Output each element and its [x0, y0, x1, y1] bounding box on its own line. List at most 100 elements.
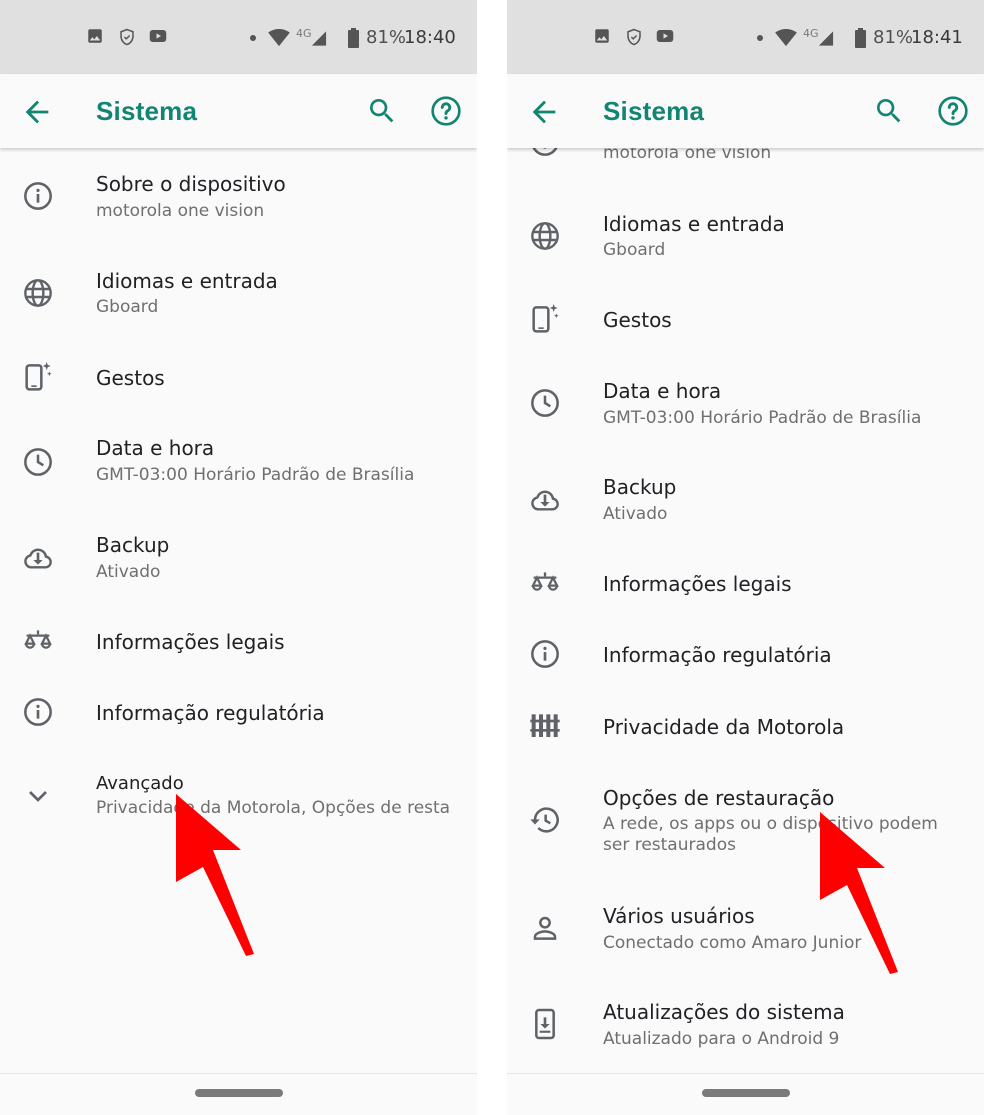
- app-bar: Sistema: [0, 74, 477, 148]
- clock: 18:41: [911, 27, 963, 48]
- status-bar: 4G 81% 18:41: [507, 0, 984, 74]
- fence-icon: [529, 709, 561, 741]
- youtube-icon: [655, 27, 675, 45]
- phone-screen-left: 4G 81% 18:40 Sistema Sobre o dispositivo…: [0, 0, 477, 1115]
- item-summary: Ativado: [603, 504, 668, 524]
- wifi-icon: [268, 29, 290, 47]
- gestures-icon: [22, 360, 54, 392]
- help-icon[interactable]: [937, 95, 969, 127]
- clock-icon: [529, 387, 561, 419]
- image-icon: [593, 27, 611, 45]
- cellular-signal-icon: [817, 30, 835, 47]
- list-item-opcoes-de-restauracao[interactable]: Opções de restauração A rede, os apps ou…: [507, 762, 984, 878]
- phone-screen-right: 4G 81% 18:41 Sistema motorola one vision…: [507, 0, 984, 1115]
- item-label: Atualizações do sistema: [603, 1000, 845, 1024]
- list-item-gestos[interactable]: Gestos: [0, 340, 477, 414]
- page-title: Sistema: [603, 96, 705, 126]
- dot-icon: [757, 35, 763, 41]
- item-label: Backup: [96, 533, 170, 557]
- app-bar: Sistema: [507, 74, 984, 148]
- list-item-gestos[interactable]: Gestos: [507, 284, 984, 356]
- scales-icon: [529, 567, 561, 599]
- home-gesture-handle[interactable]: [702, 1089, 790, 1097]
- info-icon: [22, 696, 54, 728]
- list-item-atualizacoes-do-sistema[interactable]: Atualizações do sistema Atualizado para …: [507, 974, 984, 1070]
- help-icon[interactable]: [430, 95, 462, 127]
- cellular-signal-icon: [310, 30, 328, 47]
- person-icon: [529, 912, 561, 944]
- arrow-back-icon[interactable]: [527, 95, 561, 129]
- list-item-data-e-hora[interactable]: Data e hora GMT-03:00 Horário Padrão de …: [507, 356, 984, 452]
- globe-icon: [22, 277, 54, 309]
- item-label: Data e hora: [603, 379, 722, 403]
- item-label: Vários usuários: [603, 904, 755, 928]
- globe-icon: [529, 220, 561, 252]
- item-summary: Privacidade da Motorola, Opções de resta…: [96, 798, 452, 818]
- cloud-backup-icon: [529, 484, 561, 516]
- clock-icon: [22, 446, 54, 478]
- list-item-privacidade-da-motorola[interactable]: Privacidade da Motorola: [507, 691, 984, 762]
- list-item-backup[interactable]: Backup Ativado: [507, 452, 984, 548]
- item-summary: Gboard: [96, 297, 159, 317]
- youtube-icon: [148, 27, 168, 45]
- system-update-icon: [529, 1008, 561, 1040]
- wifi-icon: [775, 29, 797, 47]
- navigation-bar: [507, 1073, 984, 1115]
- list-item-informacao-regulatoria[interactable]: Informação regulatória: [0, 678, 477, 748]
- list-item-informacao-regulatoria[interactable]: Informação regulatória: [507, 620, 984, 691]
- item-label: Gestos: [603, 308, 672, 332]
- navigation-bar: [0, 1073, 477, 1115]
- arrow-back-icon[interactable]: [20, 95, 54, 129]
- gestures-icon: [529, 302, 561, 334]
- dot-icon: [250, 35, 256, 41]
- battery-icon: [348, 28, 359, 48]
- item-label: Gestos: [96, 366, 165, 390]
- list-item-sobre-o-dispositivo[interactable]: Sobre o dispositivo motorola one vision: [0, 148, 477, 244]
- scales-icon: [22, 625, 54, 657]
- red-arrow-annotation: [820, 812, 898, 974]
- status-bar: 4G 81% 18:40: [0, 0, 477, 74]
- list-item-data-e-hora[interactable]: Data e hora GMT-03:00 Horário Padrão de …: [0, 414, 477, 510]
- item-summary: Conectado como Amaro Junior: [603, 933, 862, 953]
- item-summary: Gboard: [603, 240, 666, 260]
- battery-percentage: 81%: [366, 27, 407, 48]
- cloud-backup-icon: [22, 542, 54, 574]
- item-summary: Atualizado para o Android 9: [603, 1029, 840, 1049]
- shield-icon: [118, 27, 136, 47]
- item-label: Informação regulatória: [96, 701, 325, 725]
- item-label: Backup: [603, 475, 677, 499]
- item-label: Opções de restauração: [603, 786, 835, 810]
- restore-icon: [529, 804, 561, 836]
- battery-icon: [855, 28, 866, 48]
- info-icon: [529, 638, 561, 670]
- battery-percentage: 81%: [873, 27, 914, 48]
- list-item-varios-usuarios[interactable]: Vários usuários Conectado como Amaro Jun…: [507, 878, 984, 974]
- list-item-idiomas-e-entrada[interactable]: Idiomas e entrada Gboard: [507, 188, 984, 284]
- page-title: Sistema: [96, 96, 198, 126]
- list-item-informacoes-legais[interactable]: Informações legais: [507, 548, 984, 620]
- item-summary: Ativado: [96, 562, 161, 582]
- list-item-informacoes-legais[interactable]: Informações legais: [0, 606, 477, 678]
- clock: 18:40: [404, 27, 456, 48]
- item-label: Informação regulatória: [603, 643, 832, 667]
- red-arrow-annotation: [176, 794, 254, 956]
- item-label: Idiomas e entrada: [96, 269, 278, 293]
- item-summary: motorola one vision: [96, 201, 265, 221]
- list-item-idiomas-e-entrada[interactable]: Idiomas e entrada Gboard: [0, 244, 477, 340]
- item-label: Sobre o dispositivo: [96, 172, 286, 196]
- item-summary: A rede, os apps ou o dispositivo podem s…: [603, 814, 938, 855]
- item-summary: GMT-03:00 Horário Padrão de Brasília: [96, 465, 415, 485]
- item-summary: GMT-03:00 Horário Padrão de Brasília: [603, 408, 922, 428]
- shield-icon: [625, 27, 643, 47]
- item-label: Privacidade da Motorola: [603, 715, 845, 739]
- search-icon[interactable]: [873, 95, 905, 127]
- search-icon[interactable]: [366, 95, 398, 127]
- info-icon: [22, 180, 54, 212]
- home-gesture-handle[interactable]: [195, 1089, 283, 1097]
- item-label: Data e hora: [96, 436, 215, 460]
- list-item-backup[interactable]: Backup Ativado: [0, 510, 477, 606]
- item-label: Informações legais: [603, 572, 792, 596]
- image-icon: [86, 27, 104, 45]
- item-label: Informações legais: [96, 630, 285, 654]
- item-label: Idiomas e entrada: [603, 212, 785, 236]
